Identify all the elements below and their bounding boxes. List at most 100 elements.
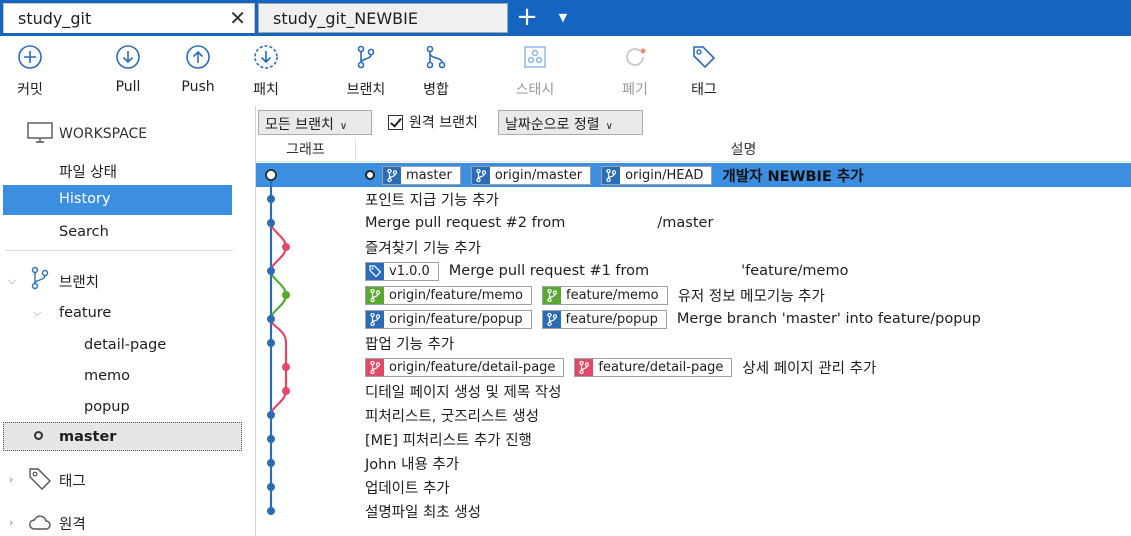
push-icon [186,45,210,69]
table-row[interactable]: 디테일 페이지 생성 및 제목 작성 [256,379,1131,403]
table-row[interactable]: origin/feature/memo feature/memo 유저 정보 메모기… [256,283,1131,307]
sort-dropdown[interactable]: 날짜순으로 정렬 ∨ [498,110,643,135]
commit-message-part: /master [657,215,714,231]
branch-icon [366,358,384,376]
branch-badge[interactable]: origin/HEAD [601,165,713,185]
description-column-header[interactable]: 설명 [356,138,1131,162]
branch-folder-feature[interactable]: feature [59,305,111,321]
toolbar: 커밋 Pull Push 패치 브랜치 병합 스태시 폐기 태그 [0,36,1131,106]
commit-node[interactable] [267,267,275,275]
ref-label: v1.0.0 [389,263,430,279]
tab-label: study_git [18,9,92,28]
patch-button[interactable]: 패치 [236,44,296,102]
commit-button[interactable]: 커밋 [0,44,60,102]
table-row[interactable]: origin/feature/detail-page feature/detail… [256,355,1131,379]
remote-branches-checkbox[interactable] [388,114,403,130]
table-row[interactable]: origin/feature/popup feature/popup Merge b… [256,307,1131,331]
branch-icon [543,286,561,304]
discard-button[interactable]: 폐기 [605,44,665,102]
commit-message: Merge branch 'master' into feature/popup [676,311,981,327]
table-row[interactable]: 업데이트 추가 [256,475,1131,499]
branch-item-master[interactable]: master [3,422,242,451]
branch-filter-dropdown[interactable]: 모든 브랜치 ∨ [258,110,372,135]
chevron-down-icon[interactable]: ⌵ [8,274,16,288]
filter-bar: 모든 브랜치 ∨ 원격 브랜치 날짜순으로 정렬 ∨ [256,106,1131,138]
branch-badge[interactable]: origin/feature/detail-page [365,357,565,377]
commit-node[interactable] [267,411,275,419]
commit-node[interactable] [267,195,275,203]
tab-study-git[interactable]: study_git ✕ [3,3,255,33]
branch-badge[interactable]: feature/memo [542,285,668,305]
plus-icon[interactable]: + [512,3,542,33]
table-row[interactable]: v1.0.0 Merge pull request #1 from 'feature… [256,259,1131,283]
stash-button[interactable]: 스태시 [505,44,565,102]
sidebar-item-history[interactable]: History [3,185,232,215]
table-row[interactable]: 즐겨찾기 기능 추가 [256,235,1131,259]
commit-node[interactable] [267,507,275,515]
commit-node[interactable] [267,459,275,467]
branches-header[interactable]: 브랜치 [59,271,99,292]
commit-node[interactable] [282,243,290,251]
table-row[interactable]: [ME] 피처리스트 추가 진행 [256,427,1131,451]
pull-button[interactable]: Pull [98,44,158,102]
commit-node[interactable] [282,291,290,299]
branch-badge[interactable]: feature/detail-page [574,357,733,377]
branch-badge[interactable]: feature/popup [541,309,667,329]
pull-label: Pull [115,79,141,95]
sidebar-item-file-status[interactable]: 파일 상태 [59,161,117,182]
commit-node[interactable] [265,169,277,181]
table-row[interactable]: 피처리스트, 굿즈리스트 생성 [256,403,1131,427]
branch-item-memo[interactable]: memo [84,368,130,384]
branch-item-popup[interactable]: popup [84,399,130,415]
table-row[interactable]: 팝업 기능 추가 [256,331,1131,355]
branch-badge[interactable]: origin/feature/memo [365,285,532,305]
chevron-right-icon[interactable]: › [9,473,13,486]
branch-button[interactable]: 브랜치 [336,44,396,102]
ref-label: origin/feature/memo [389,287,523,303]
table-row[interactable]: John 내용 추가 [256,451,1131,475]
chevron-right-icon[interactable]: › [9,516,13,529]
branch-badge[interactable]: origin/master [470,165,592,185]
branch-icon [471,166,490,184]
commit-node[interactable] [282,387,290,395]
tag-button[interactable]: 태그 [674,44,734,102]
close-icon[interactable]: ✕ [229,8,246,28]
table-row[interactable]: 설명파일 최초 생성 [256,499,1131,523]
merge-button[interactable]: 병합 [406,44,466,102]
checkbox-label: 원격 브랜치 [409,115,478,131]
remote-branches-toggle[interactable]: 원격 브랜치 [388,112,478,132]
dropdown-value: 모든 브랜치 [265,117,334,133]
commit-message: 즐겨찾기 기능 추가 [365,240,481,257]
commit-node[interactable] [267,315,275,323]
head-indicator-icon [365,170,375,180]
branch-icon [31,266,49,290]
sidebar-item-label: History [59,191,111,207]
sidebar-item-search[interactable]: Search [59,224,109,240]
tag-badge[interactable]: v1.0.0 [365,261,439,281]
tab-study-git-newbie[interactable]: study_git_NEWBIE [258,3,508,33]
table-row[interactable]: master origin/master origin/HEAD 개발자 NEWBIE… [256,163,1131,187]
table-row[interactable]: 포인트 지급 기능 추가 [256,187,1131,211]
commit-node[interactable] [267,339,275,347]
table-row[interactable]: Merge pull request #2 from/master [256,211,1131,235]
branch-badge[interactable]: master [382,165,461,185]
branch-item-detail-page[interactable]: detail-page [84,337,166,353]
ref-label: origin/feature/popup [389,311,523,327]
push-button[interactable]: Push [168,44,228,102]
tags-header[interactable]: 태그 [59,470,86,491]
branch-badge[interactable]: origin/feature/popup [365,309,532,329]
commit-description: Merge pull request #2 from/master [365,211,713,235]
commit-message: 포인트 지급 기능 추가 [365,192,499,209]
commit-message: 팝업 기능 추가 [365,336,455,353]
commit-node[interactable] [267,435,275,443]
commit-node[interactable] [282,363,290,371]
chevron-down-icon[interactable]: ⌵ [33,306,41,320]
ref-label: master [406,167,452,183]
graph-column-header[interactable]: 그래프 [256,138,356,162]
commit-node[interactable] [267,219,275,227]
commit-node[interactable] [267,483,275,491]
chevron-down-icon[interactable]: ▼ [552,3,574,33]
commit-message: Merge pull request #2 from/master [365,215,713,231]
commit-message: [ME] 피처리스트 추가 진행 [365,432,532,449]
remotes-header[interactable]: 원격 [59,513,86,534]
